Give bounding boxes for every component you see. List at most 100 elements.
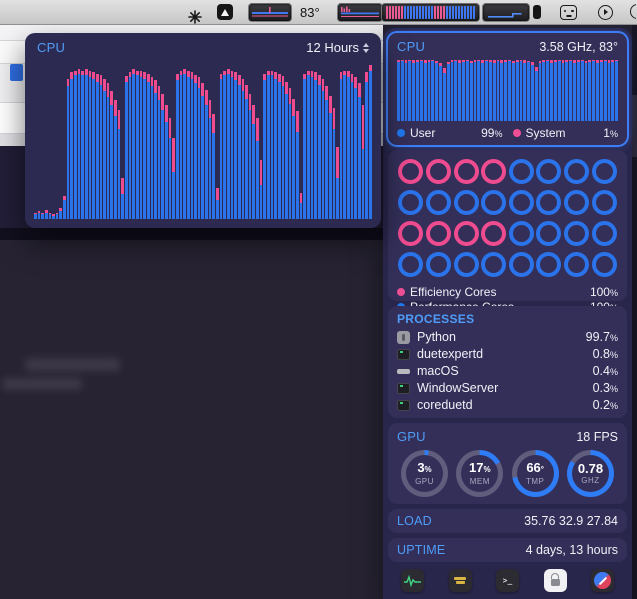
- usage-bar: [106, 63, 110, 219]
- system-segment: [150, 77, 154, 87]
- system-segment: [103, 78, 106, 92]
- core-rings-grid: [397, 156, 618, 284]
- process-row[interactable]: WindowServer 0.3%: [397, 381, 618, 396]
- legend-label: Efficiency Cores: [410, 284, 497, 299]
- usage-bar: [332, 63, 336, 219]
- mini-cpu-bar: [404, 6, 406, 19]
- performance-core-ring: [536, 221, 562, 246]
- clipped-icon[interactable]: [630, 4, 636, 19]
- white-lock-app-icon[interactable]: [543, 569, 567, 592]
- background-right-strip: [632, 24, 637, 599]
- starburst-icon[interactable]: [188, 5, 202, 29]
- usage-bar: [365, 63, 368, 219]
- time-range-selector[interactable]: 12 Hours: [306, 40, 369, 55]
- system-segment: [201, 83, 205, 96]
- usage-bar: [454, 59, 458, 121]
- usage-bar: [553, 59, 557, 121]
- user-segment: [477, 61, 481, 121]
- usage-bar: [70, 63, 74, 219]
- play-circle-icon[interactable]: [598, 5, 613, 20]
- cpu-history-title: CPU: [37, 40, 66, 55]
- cpu-bars-widget[interactable]: [381, 3, 480, 22]
- cpu-bars-mini-chart: [386, 6, 475, 19]
- mini-cpu-bar: [392, 6, 394, 19]
- usage-bar: [542, 59, 546, 121]
- usage-bar: [219, 63, 223, 219]
- terminal-app-icon[interactable]: >_: [496, 569, 519, 592]
- usage-bar: [347, 63, 350, 219]
- usage-bar: [161, 63, 165, 219]
- gpu-fps-text: 18 FPS: [576, 429, 618, 444]
- user-segment: [84, 75, 88, 219]
- system-segment: [154, 80, 157, 93]
- usage-bar: [281, 63, 285, 219]
- yellow-logo-lines: [454, 576, 466, 586]
- usage-bar: [175, 63, 179, 219]
- mini-cpu-bar: [398, 6, 400, 19]
- user-segment: [186, 77, 190, 219]
- uptime-card[interactable]: UPTIME 4 days, 13 hours: [388, 538, 627, 562]
- process-row[interactable]: coreduetd 0.2%: [397, 398, 618, 413]
- istat-dropdown-panel: CPU 3.58 GHz, 83° User 99% System 1% Effici…: [383, 28, 632, 599]
- usage-bar: [55, 63, 59, 219]
- user-segment: [368, 70, 372, 219]
- daemon-terminal-icon: [397, 399, 410, 411]
- outlet-icon[interactable]: [560, 5, 577, 20]
- mini-cpu-bar: [455, 6, 457, 19]
- triangle-app-icon[interactable]: [217, 4, 233, 20]
- load-title: LOAD: [397, 514, 432, 528]
- compass-browser-app-icon[interactable]: [591, 569, 614, 592]
- process-row[interactable]: Python 99.7%: [397, 330, 618, 345]
- usage-bar: [52, 63, 55, 219]
- spike-graph-widget[interactable]: [337, 3, 383, 22]
- usage-bar: [361, 63, 365, 219]
- system-segment: [216, 187, 219, 201]
- system-segment: [212, 114, 216, 134]
- performance-core-ring: [591, 190, 617, 215]
- usage-bar: [292, 63, 296, 219]
- process-row[interactable]: macOS 0.4%: [397, 364, 618, 379]
- yellow-text-app-icon[interactable]: [448, 569, 472, 592]
- usage-bar: [201, 63, 205, 219]
- gauge-inner: 0.78 GHZ: [571, 455, 609, 492]
- system-segment: [292, 98, 296, 117]
- efficiency-core-ring: [481, 159, 507, 184]
- process-cpu-value: 0.8%: [592, 347, 618, 362]
- cpu-card[interactable]: CPU 3.58 GHz, 83° User 99% System 1%: [388, 33, 627, 145]
- user-segment: [431, 61, 435, 121]
- usage-bar: [165, 63, 168, 219]
- system-segment: [194, 75, 197, 84]
- system-dot: [512, 129, 521, 137]
- gauge-inner: 17% MEM: [461, 455, 499, 492]
- temperature-menu-item[interactable]: 83°: [300, 0, 320, 24]
- usage-bar: [557, 59, 561, 121]
- line-graph-widget[interactable]: [248, 3, 292, 22]
- process-row[interactable]: duetexpertd 0.8%: [397, 347, 618, 362]
- battery-icon[interactable]: [533, 5, 541, 19]
- system-segment: [285, 81, 288, 95]
- usage-bar: [442, 59, 446, 121]
- usage-bar: [59, 63, 63, 219]
- usage-bar: [63, 63, 66, 219]
- user-segment: [190, 78, 194, 219]
- usage-bar: [534, 59, 538, 121]
- efficiency-core-ring: [398, 221, 424, 246]
- activity-waveform-app-icon[interactable]: [401, 569, 424, 592]
- user-segment: [277, 81, 281, 219]
- system-segment: [157, 86, 161, 101]
- efficiency-core-ring: [453, 221, 479, 246]
- mini-cpu-bar: [440, 6, 442, 19]
- user-segment: [599, 62, 603, 121]
- usage-bar: [143, 63, 146, 219]
- processes-card[interactable]: PROCESSES Python 99.7% duetexpertd 0.8% macO…: [388, 306, 627, 418]
- cores-card[interactable]: Efficiency Cores100%Performance Cores100…: [388, 150, 627, 314]
- memory-graph-widget[interactable]: [482, 3, 530, 22]
- user-segment: [496, 61, 500, 121]
- gpu-card[interactable]: GPU 18 FPS 3% GPU 17% MEM 66° TMP 0.78 GHZ: [388, 423, 627, 504]
- user-segment: [121, 194, 125, 219]
- usage-bar: [146, 63, 150, 219]
- load-card[interactable]: LOAD 35.76 32.9 27.84: [388, 509, 627, 533]
- system-segment: [288, 87, 292, 104]
- performance-core-ring: [536, 159, 562, 184]
- usage-bar: [508, 59, 511, 121]
